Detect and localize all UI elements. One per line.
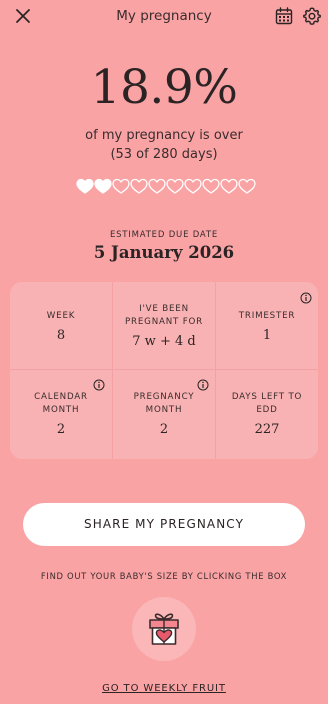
info-icon[interactable]: [93, 376, 105, 391]
stat-value: 1: [262, 328, 272, 343]
heart-empty-icon: [184, 178, 202, 194]
stat-label: PREGNANCY MONTH: [133, 392, 195, 415]
stats-grid: WEEK 8 I'VE BEEN PREGNANT FOR 7 w + 4 d …: [10, 282, 318, 459]
calendar-icon[interactable]: [274, 6, 294, 26]
stat-value: 8: [56, 328, 66, 343]
share-pregnancy-button[interactable]: SHARE MY PREGNANCY: [23, 503, 305, 546]
heart-filled-icon: [76, 178, 94, 194]
due-date-label: ESTIMATED DUE DATE: [109, 230, 219, 240]
top-bar: My pregnancy: [0, 0, 328, 34]
gear-icon[interactable]: [302, 6, 322, 26]
heart-empty-icon: [220, 178, 238, 194]
gift-icon: [146, 609, 182, 647]
heart-empty-icon: [238, 178, 256, 194]
heart-empty-icon: [112, 178, 130, 194]
heart-empty-icon: [130, 178, 148, 194]
heart-empty-icon: [166, 178, 184, 194]
stat-label: I'VE BEEN PREGNANT FOR: [125, 304, 203, 327]
stat-label: TRIMESTER: [238, 311, 296, 321]
stat-label: WEEK: [46, 311, 76, 321]
stat-pregnant-for: I'VE BEEN PREGNANT FOR 7 w + 4 d: [113, 282, 216, 370]
heart-filled-icon: [94, 178, 112, 194]
stat-week: WEEK 8: [10, 282, 113, 370]
stat-value: 2: [159, 422, 169, 437]
baby-size-hint: FIND OUT YOUR BABY'S SIZE BY CLICKING TH…: [40, 571, 288, 581]
weekly-fruit-link[interactable]: GO TO WEEKLY FRUIT: [0, 683, 328, 694]
progress-days: (53 of 280 days): [110, 147, 218, 162]
info-icon[interactable]: [300, 289, 312, 304]
stat-calendar-month: CALENDAR MONTH 2: [10, 370, 113, 459]
stat-label: DAYS LEFT TO EDD: [231, 392, 303, 415]
gift-box-button[interactable]: [132, 597, 196, 661]
stat-days-left: DAYS LEFT TO EDD 227: [216, 370, 318, 459]
due-date-value: 5 January 2026: [93, 243, 235, 262]
stat-value: 7 w + 4 d: [132, 334, 196, 349]
stat-label: CALENDAR MONTH: [34, 392, 88, 415]
progress-hearts: [76, 178, 256, 196]
stat-trimester: TRIMESTER 1: [216, 282, 318, 370]
stat-value: 2: [56, 422, 66, 437]
stat-value: 227: [254, 422, 280, 437]
heart-empty-icon: [202, 178, 220, 194]
info-icon[interactable]: [197, 376, 209, 391]
stat-pregnancy-month: PREGNANCY MONTH 2: [113, 370, 216, 459]
progress-percent: 18.9%: [90, 60, 238, 115]
heart-empty-icon: [148, 178, 166, 194]
progress-subtitle: of my pregnancy is over: [85, 128, 243, 143]
